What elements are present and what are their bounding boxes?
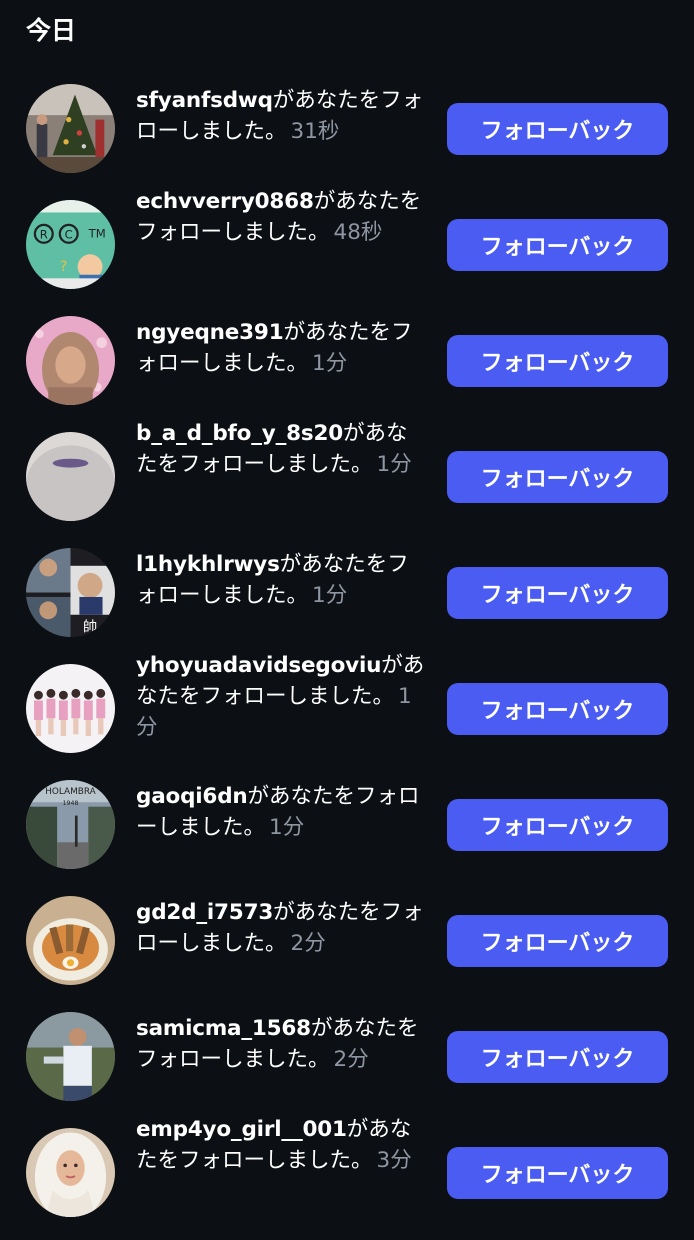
username[interactable]: echvverry0868 [136,189,314,214]
svg-text:1948: 1948 [63,800,79,807]
notification-text: ngyeqne391があなたをフォローしました。 1分 [136,317,428,379]
section-title: 今日 [26,16,77,45]
timestamp: 1分 [312,351,348,376]
notification-row[interactable]: gd2d_i7573があなたをフォローしました。 2分 フォローバック [0,882,694,998]
avatar[interactable] [26,1012,115,1101]
notification-text: emp4yo_girl__001があなたをフォローしました。 3分 [136,1114,428,1176]
notification-text: b_a_d_bfo_y_8s20があなたをフォローしました。 1分 [136,418,428,480]
follow-back-button[interactable]: フォローバック [447,219,668,271]
food-bowl-photo [26,896,115,985]
svg-text:帥: 帥 [83,619,97,636]
notification-text: echvverry0868があなたをフォローしました。 48秒 [136,186,428,248]
avatar[interactable]: R C TM ? [26,200,115,289]
notification-row[interactable]: R C TM ? echvverry0868があなたをフォローしました。 48秒 … [0,186,694,302]
avatar[interactable]: HOLAMBRA 1948 [26,780,115,869]
notification-text: gd2d_i7573があなたをフォローしました。 2分 [136,897,428,959]
notification-text: yhoyuadavidsegoviuがあなたをフォローしました。 1分 [136,650,428,743]
bride-veil-photo [26,1128,115,1217]
username[interactable]: gaoqi6dn [136,784,248,809]
follow-back-button[interactable]: フォローバック [447,335,668,387]
username[interactable]: l1hykhlrwys [136,552,280,577]
notification-row[interactable]: yhoyuadavidsegoviuがあなたをフォローしました。 1分 フォローバ… [0,650,694,766]
trademark-cartoon-photo: R C TM ? [26,200,115,289]
christmas-tree-photo [26,84,115,173]
follow-back-button[interactable]: フォローバック [447,567,668,619]
follow-back-button[interactable]: フォローバック [447,683,668,735]
notification-row[interactable]: HOLAMBRA 1948 gaoqi6dnがあなたをフォローしました。 1分 フ… [0,766,694,882]
timestamp: 2分 [290,931,326,956]
svg-text:HOLAMBRA: HOLAMBRA [45,787,96,797]
woman-hijab-photo [26,316,115,405]
notification-text: sfyanfsdwqがあなたをフォローしました。 31秒 [136,85,428,147]
timestamp: 1分 [376,452,412,477]
timestamp: 2分 [333,1047,369,1072]
svg-text:R: R [40,227,48,241]
notification-row[interactable]: sfyanfsdwqがあなたをフォローしました。 31秒 フォローバック [0,70,694,186]
username[interactable]: b_a_d_bfo_y_8s20 [136,421,343,446]
notification-text: samicma_1568があなたをフォローしました。 2分 [136,1013,428,1075]
timestamp: 48秒 [333,220,383,245]
follow-back-button[interactable]: フォローバック [447,1031,668,1083]
username[interactable]: samicma_1568 [136,1016,311,1041]
timestamp: 1分 [312,583,348,608]
notification-list: sfyanfsdwqがあなたをフォローしました。 31秒 フォローバック R C … [0,70,694,1230]
follow-back-button[interactable]: フォローバック [447,915,668,967]
svg-text:?: ? [60,259,68,275]
avatar[interactable] [26,896,115,985]
avatar[interactable] [26,84,115,173]
username[interactable]: sfyanfsdwq [136,88,273,113]
svg-text:TM: TM [88,226,106,240]
collage-men-photo: 帥 [26,548,115,637]
timestamp: 3分 [376,1148,412,1173]
notification-text: l1hykhlrwysがあなたをフォローしました。 1分 [136,549,428,611]
username[interactable]: emp4yo_girl__001 [136,1117,347,1142]
username[interactable]: yhoyuadavidsegoviu [136,653,381,678]
avatar[interactable] [26,316,115,405]
avatar[interactable] [26,664,115,753]
blurry-skin-photo [26,432,115,521]
timestamp: 31秒 [290,119,340,144]
notification-row[interactable]: ngyeqne391があなたをフォローしました。 1分 フォローバック [0,302,694,418]
svg-text:C: C [65,227,73,241]
follow-back-button[interactable]: フォローバック [447,799,668,851]
avatar[interactable]: 帥 [26,548,115,637]
username[interactable]: gd2d_i7573 [136,900,273,925]
group-dancers-photo [26,664,115,753]
avatar[interactable] [26,432,115,521]
notification-text: gaoqi6dnがあなたをフォローしました。 1分 [136,781,428,843]
username[interactable]: ngyeqne391 [136,320,284,345]
follow-back-button[interactable]: フォローバック [447,103,668,155]
timestamp: 1分 [269,815,305,840]
man-outdoors-photo [26,1012,115,1101]
follow-back-button[interactable]: フォローバック [447,451,668,503]
avatar[interactable] [26,1128,115,1217]
follow-back-button[interactable]: フォローバック [447,1147,668,1199]
notification-row[interactable]: 帥 l1hykhlrwysがあなたをフォローしました。 1分 フォローバック [0,534,694,650]
notification-row[interactable]: samicma_1568があなたをフォローしました。 2分 フォローバック [0,998,694,1114]
notification-row[interactable]: b_a_d_bfo_y_8s20があなたをフォローしました。 1分 フォローバック [0,418,694,534]
notification-row[interactable]: emp4yo_girl__001があなたをフォローしました。 3分 フォローバック [0,1114,694,1230]
holambra-street-photo: HOLAMBRA 1948 [26,780,115,869]
